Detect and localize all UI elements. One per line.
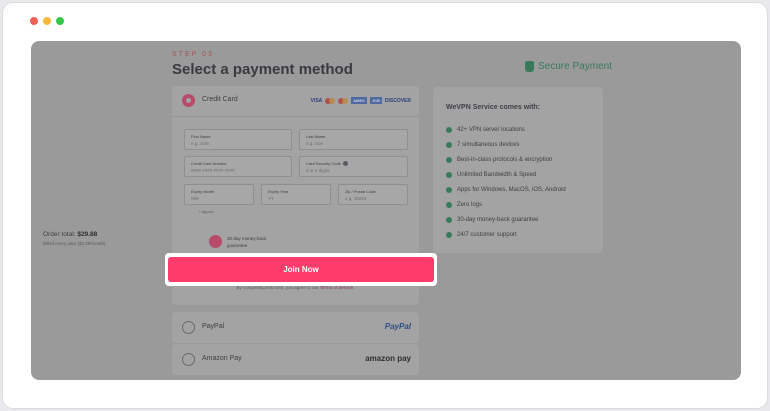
benefit-label: Zero logs — [457, 202, 483, 208]
secure-payment-label: Secure Payment — [538, 61, 612, 72]
guarantee-text: 30-day money-back guarantee — [227, 236, 267, 248]
benefit-label: Best-in-class protocols & encryption — [457, 157, 553, 163]
expiry-year-label: Expiry Year — [268, 189, 289, 194]
step-label: STEP 03 — [172, 51, 214, 58]
check-icon — [446, 127, 452, 133]
check-icon — [446, 142, 452, 148]
check-icon — [446, 172, 452, 178]
card-logos: VISA AMEX JCB DISCOVER — [311, 97, 411, 104]
discover-logo: DISCOVER — [384, 97, 411, 104]
check-icon — [446, 202, 452, 208]
secure-payment-badge: Secure Payment — [525, 61, 612, 72]
benefit-label: Apps for Windows, MacOS, iOS, Android — [457, 187, 566, 193]
security-code-label-wrap: Card Security Code — [306, 161, 348, 167]
check-icon — [446, 157, 452, 163]
benefit-item: Unlimited Bandwidth & Speed — [446, 172, 536, 178]
help-icon[interactable] — [342, 161, 348, 167]
benefit-label: Unlimited Bandwidth & Speed — [457, 172, 537, 178]
benefit-label: 7 simultaneous devices — [457, 142, 520, 148]
order-total-label: Order total: — [43, 231, 76, 238]
credit-card-option[interactable]: Credit Card VISA AMEX JCB DISCOVER — [172, 86, 419, 117]
amazon-pay-label: Amazon Pay — [202, 355, 242, 362]
benefit-label: 42+ VPN server locations — [457, 127, 525, 133]
zip-label: Zip / Postal Code — [345, 189, 376, 194]
paypal-radio[interactable] — [182, 321, 195, 334]
billing-note: Billed every year ($2.49/month) — [43, 241, 106, 246]
security-code-label: Card Security Code — [306, 161, 341, 166]
expiry-year-placeholder: YY — [268, 196, 275, 201]
check-icon — [446, 217, 452, 223]
first-name-label: First Name — [191, 134, 211, 139]
order-total: Order total: $29.88 — [43, 231, 97, 238]
benefit-item: 42+ VPN server locations — [446, 127, 525, 133]
first-name-field[interactable]: First Name e.g. John — [184, 129, 292, 150]
service-benefits-panel: WeVPN Service comes with: 42+ VPN server… — [433, 87, 603, 253]
paypal-label: PayPal — [202, 323, 225, 330]
diners-logo — [338, 97, 349, 104]
lock-icon — [525, 61, 534, 72]
expiry-month-placeholder: MM — [191, 196, 199, 201]
amazon-pay-option[interactable]: Amazon Pay amazon pay — [172, 344, 419, 375]
card-number-field[interactable]: Credit Card Number #### #### #### #### — [184, 156, 292, 177]
check-icon — [446, 232, 452, 238]
security-code-placeholder: 3 or 4 digits — [306, 168, 330, 173]
last-name-placeholder: e.g. Doe — [306, 141, 324, 146]
zip-placeholder: e.g. 49283 — [345, 196, 367, 201]
amazon-pay-logo: amazon pay — [365, 354, 411, 363]
order-total-value: $29.88 — [77, 231, 98, 238]
browser-window: STEP 03 Select a payment method Secure P… — [3, 3, 767, 408]
window-minimize-dot[interactable] — [43, 17, 51, 25]
benefit-item: Best-in-class protocols & encryption — [446, 157, 552, 163]
benefit-item: 7 simultaneous devices — [446, 142, 519, 148]
expiry-month-field[interactable]: Expiry Month MM — [184, 184, 254, 205]
amex-logo: AMEX — [351, 97, 367, 104]
window-maximize-dot[interactable] — [56, 17, 64, 25]
benefit-item: 24/7 customer support — [446, 232, 517, 238]
credit-card-radio[interactable] — [182, 94, 195, 107]
page-title: Select a payment method — [172, 61, 353, 78]
mastercard-logo — [325, 97, 336, 104]
visa-logo: VISA — [310, 97, 323, 104]
paypal-logo: PayPal — [384, 322, 411, 331]
last-name-field[interactable]: Last Name e.g. Doe — [299, 129, 408, 150]
last-name-label: Last Name — [306, 134, 326, 139]
paypal-option[interactable]: PayPal PayPal — [172, 312, 419, 343]
benefit-label: 30-day money-back guarantee — [457, 217, 539, 223]
jcb-logo: JCB — [369, 97, 382, 104]
guarantee-badge-icon — [209, 235, 222, 248]
expiry-year-field[interactable]: Expiry Year YY — [261, 184, 331, 205]
benefit-item: Zero logs — [446, 202, 482, 208]
window-close-dot[interactable] — [30, 17, 38, 25]
check-icon — [446, 187, 452, 193]
amazon-pay-radio[interactable] — [182, 353, 195, 366]
expiry-month-label: Expiry Month — [191, 189, 215, 194]
security-code-field[interactable]: Card Security Code 3 or 4 digits — [299, 156, 408, 177]
card-number-placeholder: #### #### #### #### — [191, 168, 235, 173]
credit-card-label: Credit Card — [202, 96, 238, 103]
benefit-label: 24/7 customer support — [457, 232, 517, 238]
card-number-label: Credit Card Number — [191, 161, 227, 166]
dimmed-checkout-page: STEP 03 Select a payment method Secure P… — [31, 41, 741, 380]
first-name-placeholder: e.g. John — [191, 141, 210, 146]
benefits-title: WeVPN Service comes with: — [446, 104, 541, 111]
zip-field[interactable]: Zip / Postal Code e.g. 49283 — [338, 184, 408, 205]
benefit-item: 30-day money-back guarantee — [446, 217, 538, 223]
benefit-item: Apps for Windows, MacOS, iOS, Android — [446, 187, 566, 193]
join-now-button[interactable]: Join Now — [168, 257, 434, 282]
approx-note: * Approx — [199, 209, 215, 214]
